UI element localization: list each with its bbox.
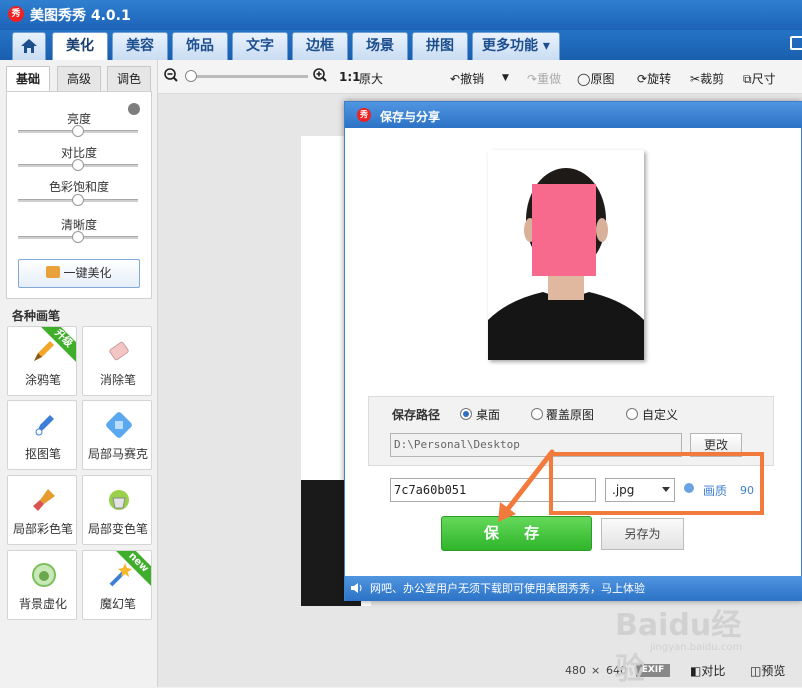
original-size-button[interactable]: 原大	[359, 70, 383, 87]
wand-icon	[46, 266, 61, 278]
pencil-brush-icon	[34, 341, 54, 361]
brushes-section-title: 各种画笔	[12, 309, 61, 323]
brush-partial-color[interactable]: 局部彩色笔	[7, 475, 77, 545]
dialog-logo-icon: 秀	[357, 108, 371, 122]
mosaic-icon	[106, 412, 132, 438]
preview-label: 预览	[761, 664, 786, 678]
app-title: 美图秀秀 4.0.1	[30, 8, 131, 24]
annotation-arrow	[498, 449, 555, 522]
tab-more-features[interactable]: 更多功能 ▾	[472, 32, 560, 60]
subtab-advanced[interactable]: 高级	[57, 66, 101, 92]
blur-lens-icon	[32, 563, 56, 587]
brush-cutout-label: 抠图笔	[24, 447, 61, 461]
zoom-out-icon[interactable]	[164, 68, 178, 85]
contrast-slider-knob[interactable]	[72, 159, 84, 171]
radio-overwrite-label[interactable]: 覆盖原图	[546, 406, 594, 423]
radio-desktop[interactable]	[460, 408, 472, 420]
tab-decorations[interactable]: 饰品	[172, 32, 228, 60]
brightness-slider-knob[interactable]	[72, 125, 84, 137]
brush-magic-label: 魔幻笔	[99, 597, 136, 611]
compare-icon: ◧	[690, 664, 702, 678]
preview-button[interactable]: ◫预览	[750, 662, 785, 679]
tab-text[interactable]: 文字	[232, 32, 288, 60]
photo-thumbnail	[488, 150, 644, 360]
brush-partial-recolor[interactable]: 局部变色笔	[82, 475, 152, 545]
tab-beautify[interactable]: 美化	[52, 32, 108, 60]
radio-desktop-label[interactable]: 桌面	[476, 406, 500, 423]
undo-icon: ↶	[450, 72, 461, 86]
brush-partial-color-label: 局部彩色笔	[12, 522, 73, 536]
tab-face[interactable]: 美容	[112, 32, 168, 60]
zoom-slider[interactable]	[186, 75, 308, 78]
brush-mosaic-label: 局部马赛克	[87, 447, 148, 461]
zoom-slider-knob[interactable]	[185, 70, 197, 82]
home-icon	[21, 39, 37, 53]
compare-label: 对比	[701, 664, 726, 678]
original-image-label: 原图	[590, 72, 615, 86]
rotate-label: 旋转	[647, 72, 672, 86]
radio-custom[interactable]	[626, 408, 638, 420]
brush-background-blur[interactable]: 背景虚化	[7, 550, 77, 620]
radio-overwrite[interactable]	[531, 408, 543, 420]
paint-bucket-icon	[109, 490, 129, 510]
scissors-icon: ✂	[690, 72, 701, 86]
radio-custom-label[interactable]: 自定义	[642, 406, 678, 423]
ratio-1to1[interactable]: 1:1	[339, 70, 361, 84]
redo-label: 重做	[537, 72, 562, 86]
zoom-in-icon[interactable]	[313, 68, 327, 85]
preview-icon: ◫	[750, 664, 762, 678]
brush-cutout[interactable]: 抠图笔	[7, 400, 77, 470]
annotation-highlight-box	[549, 452, 764, 515]
dimension-separator: ×	[591, 664, 601, 677]
undo-label: 撤销	[460, 72, 485, 86]
dialog-title: 保存与分享	[380, 110, 441, 124]
subtab-color[interactable]: 调色	[107, 66, 151, 92]
crop-label: 裁剪	[700, 72, 725, 86]
save-path-label: 保存路径	[392, 408, 441, 422]
brush-eraser-label: 消除笔	[99, 373, 136, 387]
brush-mosaic[interactable]: 局部马赛克	[82, 400, 152, 470]
crop-button[interactable]: ✂裁剪	[690, 70, 724, 87]
tab-scenes[interactable]: 场景	[352, 32, 408, 60]
tab-home[interactable]	[12, 32, 46, 60]
rotate-button[interactable]: ⟳旋转	[637, 70, 671, 87]
compare-button[interactable]: ◧对比	[690, 662, 725, 679]
brush-magic[interactable]: new 魔幻笔	[82, 550, 152, 620]
brush-eraser[interactable]: 消除笔	[82, 326, 152, 396]
app-logo-icon: 秀	[8, 6, 24, 22]
resize-button[interactable]: ⧉尺寸	[743, 70, 776, 87]
tab-frames[interactable]: 边框	[292, 32, 348, 60]
circle-icon: ◯	[577, 72, 591, 86]
portrait-image	[488, 150, 644, 360]
speaker-icon	[350, 582, 364, 594]
save-as-button[interactable]: 另存为	[601, 518, 684, 550]
magic-wand-icon	[109, 563, 132, 587]
tab-collage[interactable]: 拼图	[412, 32, 468, 60]
dialog-footer-text[interactable]: 网吧、办公室用户无须下载即可使用美图秀秀，马上体验	[370, 580, 645, 596]
one-key-beautify-label: 一键美化	[63, 266, 112, 280]
undo-dropdown-icon[interactable]: ▼	[502, 73, 509, 83]
brush-background-blur-label: 背景虚化	[18, 597, 67, 611]
sharpness-slider-knob[interactable]	[72, 231, 84, 243]
pen-cutout-icon	[35, 415, 54, 436]
image-width: 480	[565, 664, 586, 677]
paintbrush-icon	[33, 489, 55, 511]
undo-button[interactable]: ↶撤销	[450, 70, 484, 87]
original-image-button[interactable]: ◯原图	[577, 70, 614, 87]
window-restore-icon[interactable]	[790, 36, 802, 50]
resize-icon: ⧉	[743, 72, 752, 86]
brush-partial-recolor-label: 局部变色笔	[87, 522, 148, 536]
redo-button[interactable]: ↷重做	[527, 70, 561, 87]
brush-doodle[interactable]: 升级 涂鸦笔	[7, 326, 77, 396]
rotate-icon: ⟳	[637, 72, 648, 86]
redo-icon: ↷	[527, 72, 538, 86]
eraser-icon	[109, 341, 129, 361]
subtab-basic[interactable]: 基础	[6, 66, 50, 92]
saturation-slider-knob[interactable]	[72, 194, 84, 206]
saturation-label: 色彩饱和度	[48, 180, 109, 194]
baidu-watermark-url: jingyan.baidu.com	[650, 642, 743, 653]
resize-label: 尺寸	[751, 72, 776, 86]
one-key-beautify-button[interactable]: 一键美化	[18, 259, 140, 288]
brush-doodle-label: 涂鸦笔	[24, 373, 61, 387]
